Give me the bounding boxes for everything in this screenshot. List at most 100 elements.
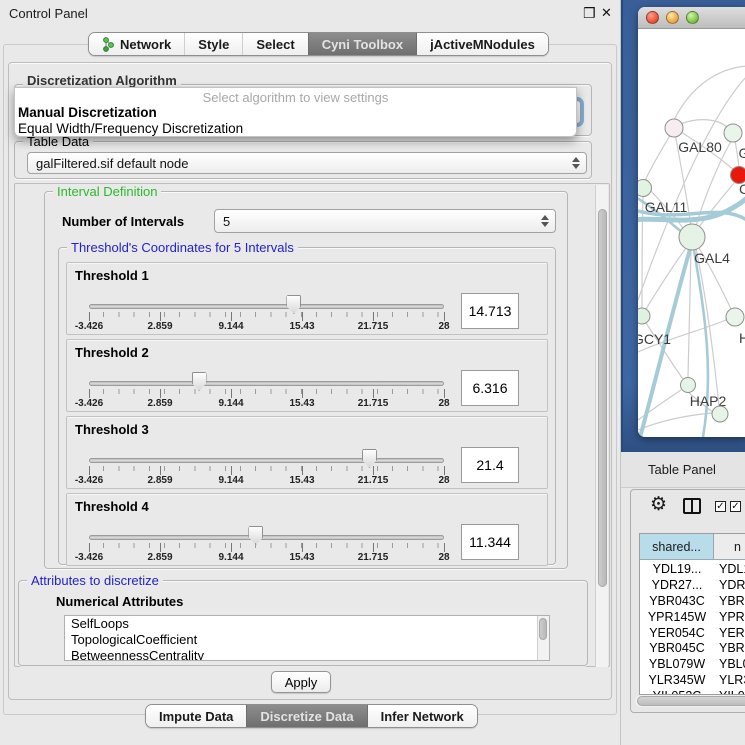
control-panel-titlebar: Control Panel ❒ ✕ xyxy=(0,0,620,26)
table-cell[interactable]: YBR043C xyxy=(640,594,714,608)
table-cell[interactable]: YDL19... xyxy=(640,562,714,576)
horizontal-scrollbar-thumb[interactable] xyxy=(637,696,745,706)
threshold-3-value-field[interactable]: 21.4 xyxy=(461,447,519,483)
apply-button[interactable]: Apply xyxy=(271,671,331,693)
column-header-shared-name[interactable]: shared... xyxy=(640,534,714,559)
table-cell[interactable]: YBR0 xyxy=(714,641,745,655)
top-tab-bar: Network Style Select Cyni Toolbox jActiv… xyxy=(88,32,549,56)
table-cell[interactable]: YLR3 xyxy=(714,673,745,687)
tick-label: 9.144 xyxy=(218,321,243,332)
network-node[interactable] xyxy=(679,224,705,250)
slider-tick-labels: -3.4262.8599.14415.4321.71528 xyxy=(89,475,446,487)
float-window-icon[interactable]: ❒ xyxy=(583,5,596,22)
tab-select[interactable]: Select xyxy=(242,33,307,55)
table-cell[interactable]: YLR345W xyxy=(640,673,714,687)
network-node[interactable] xyxy=(726,308,744,326)
bottom-tab-bar: Impute Data Discretize Data Infer Networ… xyxy=(145,704,478,728)
table-cell[interactable]: YBR0 xyxy=(714,594,745,608)
horizontal-scrollbar[interactable] xyxy=(635,695,745,707)
table-cell[interactable]: YBL079W xyxy=(640,657,714,671)
slider-ticks xyxy=(89,312,446,321)
option-equal-width-frequency[interactable]: Equal Width/Frequency Discretization xyxy=(15,121,576,137)
option-manual-discretization[interactable]: Manual Discretization xyxy=(15,105,576,121)
algorithm-placeholder-option[interactable]: Select algorithm to view settings xyxy=(15,88,576,105)
threshold-1-value-field[interactable]: 14.713 xyxy=(461,293,519,329)
list-item[interactable]: BetweennessCentrality xyxy=(65,648,549,661)
table-row[interactable]: YLR345WYLR3 xyxy=(640,672,745,688)
zoom-traffic-light-icon[interactable] xyxy=(686,11,699,24)
close-traffic-light-icon[interactable] xyxy=(646,11,659,24)
table-data-group: Table Data galFiltered.sif default node xyxy=(14,141,592,179)
table-row[interactable]: YER054CYER0 xyxy=(640,625,745,641)
split-columns-icon[interactable] xyxy=(683,498,701,514)
table-data-value: galFiltered.sif default node xyxy=(36,156,188,171)
table-row[interactable]: YBL079WYBL0 xyxy=(640,656,745,672)
threshold-2-slider-track[interactable] xyxy=(89,381,444,386)
table-cell[interactable]: YPR145W xyxy=(640,610,714,624)
table-data-combobox[interactable]: galFiltered.sif default node xyxy=(27,152,587,174)
window-title: Control Panel xyxy=(9,6,88,21)
table-cell[interactable]: YBR045C xyxy=(640,641,714,655)
tick-label: 9.144 xyxy=(218,398,243,409)
table-cell[interactable]: YER054C xyxy=(640,626,714,640)
column-header-name[interactable]: n xyxy=(714,534,745,559)
vertical-scrollbar[interactable] xyxy=(595,185,608,667)
list-item[interactable]: TopologicalCoefficient xyxy=(65,632,549,648)
network-icon xyxy=(102,37,115,52)
network-node-label: C xyxy=(739,181,745,197)
network-canvas[interactable]: GAL80GCGAL11GAL4GCY1HHAP2 xyxy=(638,29,745,437)
table-cell[interactable]: YDL1 xyxy=(714,562,745,576)
network-node-label: G xyxy=(739,145,745,161)
tab-cyni-toolbox[interactable]: Cyni Toolbox xyxy=(308,33,416,55)
table-row[interactable]: YPR145WYPR1 xyxy=(640,609,745,625)
list-item[interactable]: SelfLoops xyxy=(65,616,549,632)
tab-impute-data[interactable]: Impute Data xyxy=(146,705,246,727)
tick-label: 21.715 xyxy=(358,475,389,486)
table-cell[interactable]: YDR2 xyxy=(714,578,745,592)
slider-tick-labels: -3.4262.8599.14415.4321.71528 xyxy=(89,552,446,564)
tick-label: -3.426 xyxy=(75,475,103,486)
network-node[interactable] xyxy=(665,119,683,137)
tab-style[interactable]: Style xyxy=(184,33,242,55)
tab-network[interactable]: Network xyxy=(89,33,184,55)
table-cell[interactable]: YDR27... xyxy=(640,578,714,592)
threshold-3-slider-track[interactable] xyxy=(89,458,444,463)
checkbox-icon[interactable]: ✓ xyxy=(715,501,726,512)
tick-label: 28 xyxy=(438,398,449,409)
network-node[interactable] xyxy=(681,378,696,393)
table-row[interactable]: YBR045CYBR0 xyxy=(640,640,745,656)
table-row[interactable]: YIL052CYIL0 xyxy=(640,688,745,695)
number-of-intervals-combobox[interactable]: 5 xyxy=(214,209,556,233)
tab-style-label: Style xyxy=(198,37,229,52)
table-cell[interactable]: YER0 xyxy=(714,626,745,640)
gear-icon[interactable]: ⚙ xyxy=(650,495,667,515)
threshold-4-label: Threshold 4 xyxy=(75,499,149,514)
close-window-icon[interactable]: ✕ xyxy=(601,5,612,21)
numerical-attributes-list[interactable]: SelfLoopsTopologicalCoefficientBetweenne… xyxy=(64,615,550,661)
network-node[interactable] xyxy=(724,124,742,142)
attributes-list-scrollbar[interactable] xyxy=(537,616,549,660)
tab-infer-network[interactable]: Infer Network xyxy=(367,705,477,727)
network-node[interactable] xyxy=(638,308,650,324)
tab-jactivemnodules[interactable]: jActiveMNodules xyxy=(416,33,548,55)
network-node[interactable] xyxy=(712,406,728,422)
table-row[interactable]: YDR27...YDR2 xyxy=(640,577,745,593)
table-cell[interactable]: YBL0 xyxy=(714,657,745,671)
network-node[interactable] xyxy=(638,180,652,197)
threshold-4-slider-track[interactable] xyxy=(89,535,444,540)
checkbox-icon[interactable]: ✓ xyxy=(730,501,741,512)
combo-arrows-icon xyxy=(572,157,580,169)
attributes-list-scrollbar-thumb[interactable] xyxy=(539,618,547,640)
threshold-1-slider-track[interactable] xyxy=(89,304,444,309)
tab-discretize-data[interactable]: Discretize Data xyxy=(246,705,366,727)
threshold-1-panel: Threshold 1 -3.4262.8599.14415.4321.7152… xyxy=(66,262,548,335)
threshold-4-value-field[interactable]: 11.344 xyxy=(461,524,519,560)
thresholds-group-label: Threshold's Coordinates for 5 Intervals xyxy=(67,240,298,255)
minimize-traffic-light-icon[interactable] xyxy=(666,11,679,24)
network-window-titlebar[interactable] xyxy=(638,7,745,29)
vertical-scrollbar-thumb[interactable] xyxy=(598,209,607,587)
table-row[interactable]: YDL19...YDL1 xyxy=(640,561,745,577)
threshold-2-value-field[interactable]: 6.316 xyxy=(461,370,519,406)
table-row[interactable]: YBR043CYBR0 xyxy=(640,593,745,609)
table-cell[interactable]: YPR1 xyxy=(714,610,745,624)
